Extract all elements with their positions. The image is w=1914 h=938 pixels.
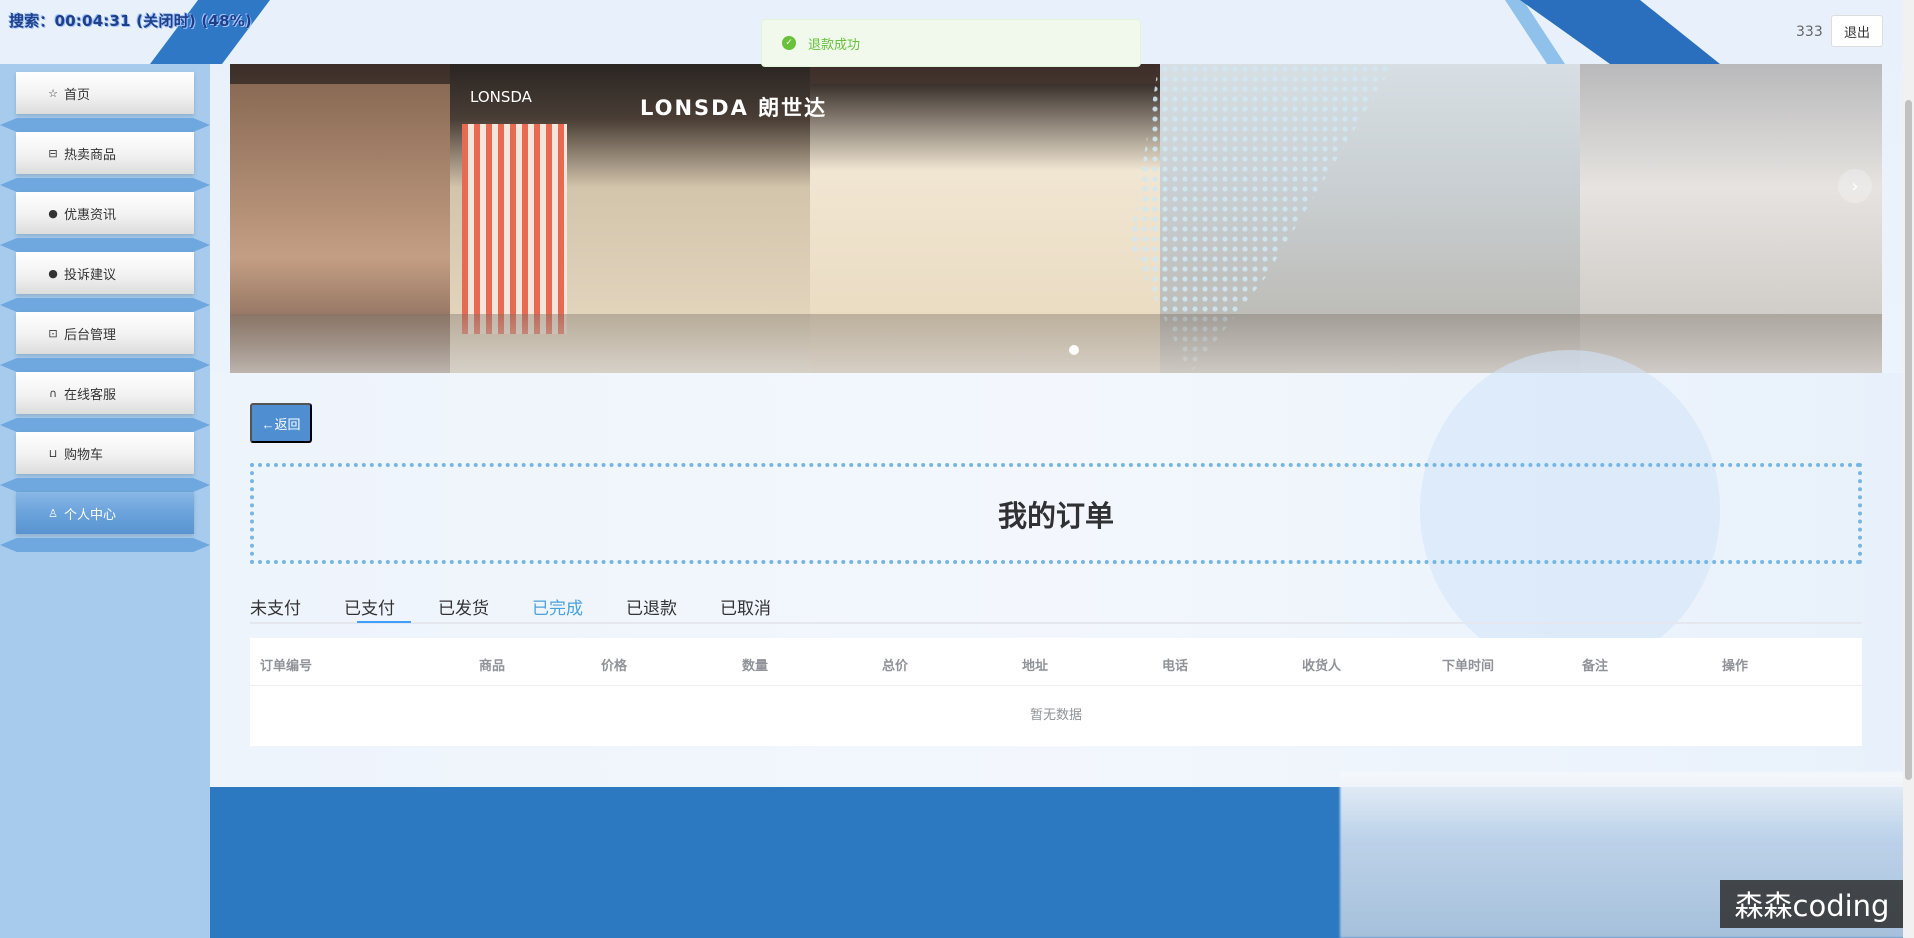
- tab-paid[interactable]: 已支付: [344, 594, 395, 619]
- page-title-box: 我的订单: [250, 463, 1862, 564]
- cart-icon: ⊔: [48, 446, 58, 460]
- column-header: 下单时间: [1442, 659, 1495, 674]
- carousel-indicator[interactable]: [1069, 345, 1079, 355]
- sidebar-item-online-service[interactable]: ∩ 在线客服: [16, 372, 194, 414]
- column-header: 价格: [601, 659, 628, 674]
- star-icon: ☆: [48, 86, 58, 100]
- sidebar-divider: [0, 418, 210, 432]
- sidebar-item-label: 优惠资讯: [64, 207, 117, 223]
- sidebar-item-label: 首页: [64, 87, 91, 103]
- sidebar-item-home[interactable]: ☆ 首页: [16, 72, 194, 114]
- banner-brand-sign: LONSDA: [470, 88, 532, 106]
- sidebar-divider: [0, 538, 210, 552]
- sidebar-divider: [0, 478, 210, 492]
- sidebar: ☆ 首页 ⊟ 热卖商品 ● 优惠资讯 ● 投诉建议 ⊡ 后台管理 ∩ 在线客服 …: [0, 64, 210, 938]
- tab-completed[interactable]: 已完成: [532, 594, 583, 619]
- briefcase-icon: ⊡: [48, 326, 58, 340]
- banner-window: [462, 124, 567, 334]
- username: 333: [1796, 24, 1823, 40]
- column-header: 地址: [1022, 659, 1049, 674]
- sidebar-item-label: 在线客服: [64, 387, 117, 403]
- question-icon: ●: [48, 266, 58, 280]
- order-status-tabs: 未支付 已支付 已发货 已完成 已退款 已取消: [250, 590, 1862, 624]
- tab-cancelled[interactable]: 已取消: [720, 594, 771, 619]
- sidebar-item-profile[interactable]: ♙ 个人中心: [16, 492, 194, 534]
- column-header: 备注: [1582, 659, 1609, 674]
- banner-floor: [230, 314, 1882, 373]
- success-toast: ✓ 退款成功: [761, 19, 1141, 67]
- column-header: 数量: [742, 659, 769, 674]
- sidebar-divider: [0, 298, 210, 312]
- column-header: 电话: [1162, 659, 1189, 674]
- column-header: 收货人: [1302, 659, 1342, 674]
- back-button[interactable]: ←返回: [250, 403, 312, 443]
- sidebar-divider: [0, 358, 210, 372]
- tab-unpaid[interactable]: 未支付: [250, 594, 301, 619]
- sidebar-divider: [0, 238, 210, 252]
- scrollbar-thumb[interactable]: [1905, 100, 1912, 780]
- sidebar-item-cart[interactable]: ⊔ 购物车: [16, 432, 194, 474]
- timer-overlay: 搜索：00:04:31 (关闭时) (48%): [9, 12, 252, 30]
- table-header: 订单编号 商品 价格 数量 总价 地址 电话 收货人 下单时间 备注 操作: [250, 638, 1862, 686]
- logout-button[interactable]: 退出: [1831, 15, 1883, 47]
- info-icon: ●: [48, 206, 58, 220]
- tab-refunded[interactable]: 已退款: [626, 594, 677, 619]
- orders-table: 订单编号 商品 价格 数量 总价 地址 电话 收货人 下单时间 备注 操作 暂无…: [250, 638, 1862, 746]
- chevron-right-icon[interactable]: ›: [1838, 169, 1872, 203]
- column-header: 总价: [882, 659, 909, 674]
- sidebar-divider: [0, 118, 210, 132]
- column-header: 商品: [479, 659, 506, 674]
- check-circle-icon: ✓: [782, 36, 796, 50]
- sidebar-item-label: 投诉建议: [64, 267, 117, 283]
- sidebar-divider: [0, 178, 210, 192]
- tab-shipped[interactable]: 已发货: [438, 594, 489, 619]
- banner-carousel[interactable]: LONSDA LONSDA 朗世达 ›: [230, 64, 1882, 373]
- bag-icon: ⊟: [48, 146, 58, 160]
- page-title: 我的订单: [997, 498, 1114, 533]
- column-header: 订单编号: [260, 659, 313, 674]
- sidebar-item-label: 热卖商品: [64, 147, 117, 163]
- user-icon: ♙: [48, 506, 58, 520]
- sidebar-item-label: 个人中心: [64, 507, 117, 523]
- watermark: 森森coding: [1720, 880, 1904, 928]
- sidebar-item-complaints[interactable]: ● 投诉建议: [16, 252, 194, 294]
- sidebar-item-hot-products[interactable]: ⊟ 热卖商品: [16, 132, 194, 174]
- sidebar-item-label: 后台管理: [64, 327, 117, 343]
- sidebar-item-deals-news[interactable]: ● 优惠资讯: [16, 192, 194, 234]
- banner-brand-sign: LONSDA 朗世达: [640, 96, 828, 120]
- sidebar-item-label: 购物车: [64, 447, 104, 463]
- toast-message: 退款成功: [808, 37, 861, 53]
- column-header: 操作: [1722, 659, 1749, 674]
- active-tab-indicator: [357, 621, 411, 623]
- headset-icon: ∩: [48, 386, 58, 400]
- sidebar-item-admin[interactable]: ⊡ 后台管理: [16, 312, 194, 354]
- empty-state: 暂无数据: [1029, 708, 1082, 723]
